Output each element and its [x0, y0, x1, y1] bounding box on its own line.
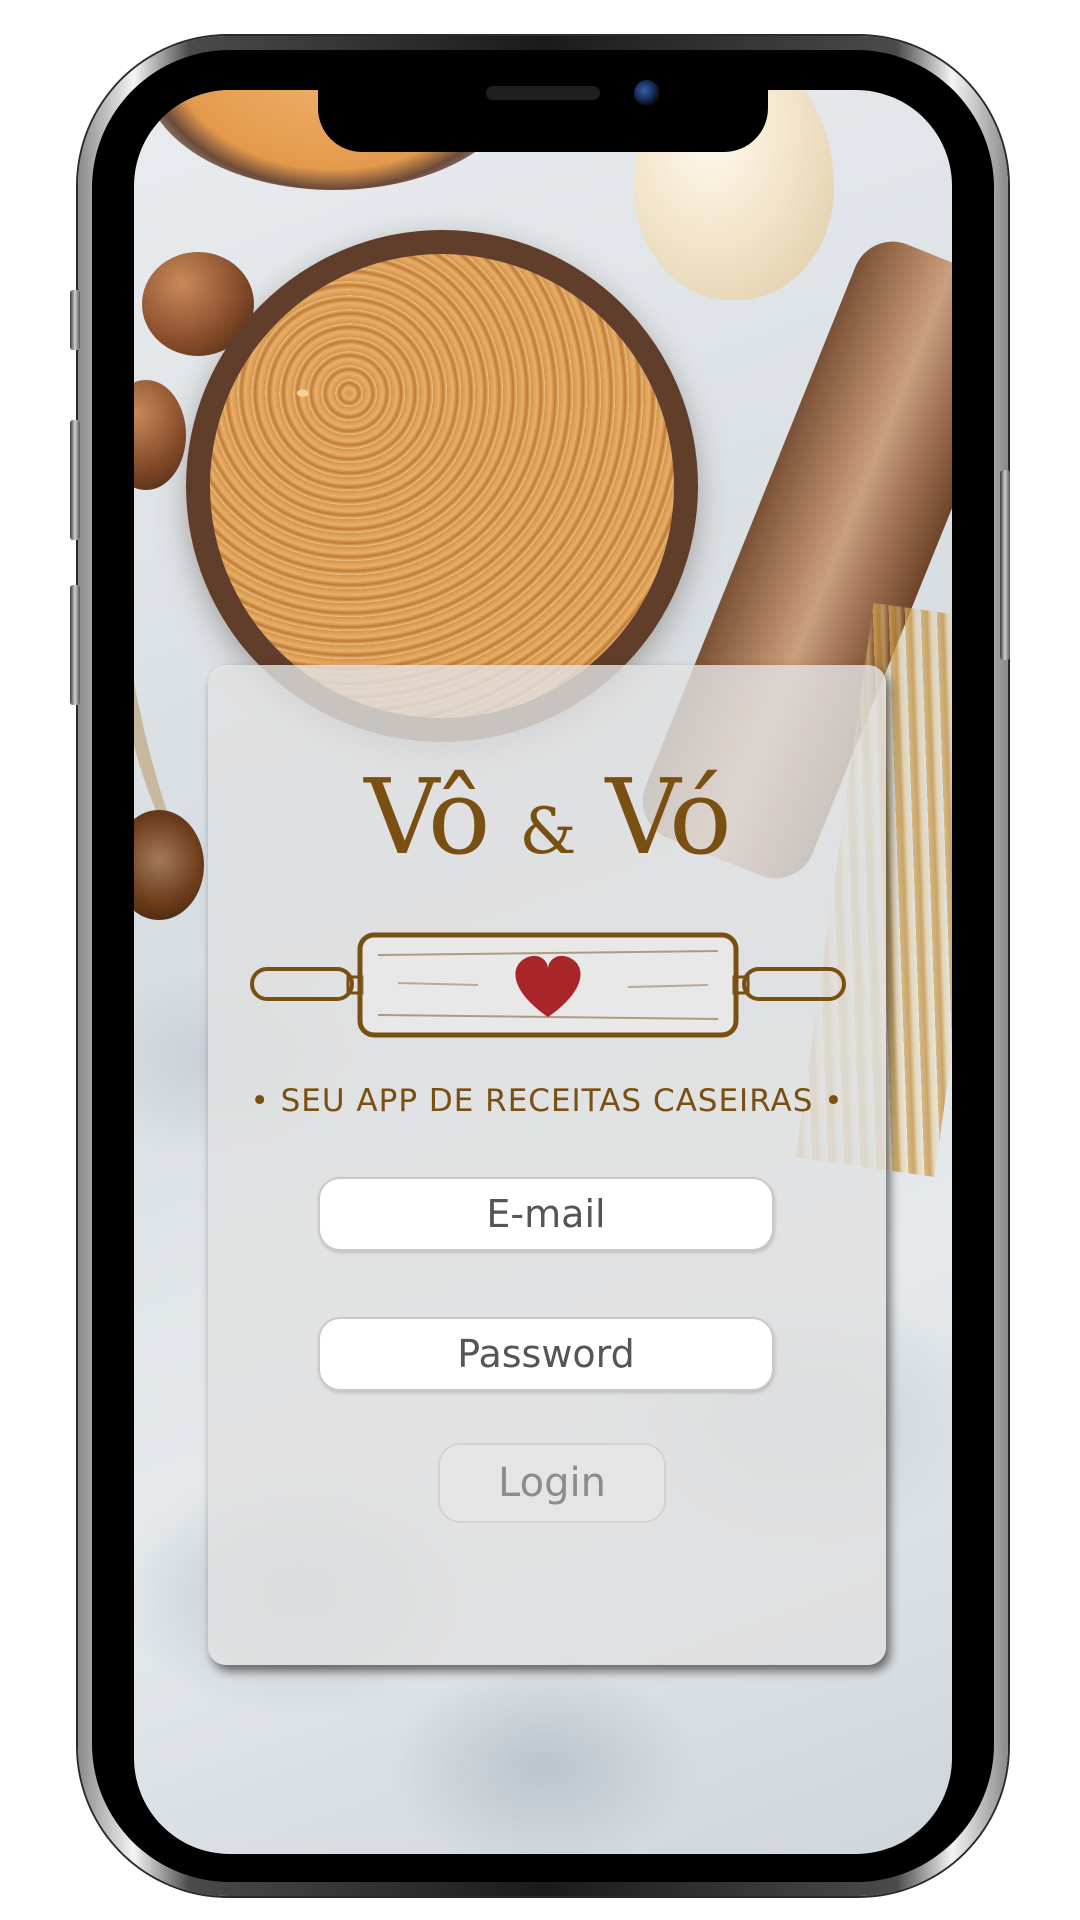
email-field[interactable] — [318, 1177, 774, 1251]
speaker-icon — [486, 86, 600, 100]
silent-switch — [70, 290, 80, 350]
front-camera-icon — [634, 80, 660, 106]
logo-ampersand: & — [519, 795, 577, 869]
rolling-pin-heart-icon — [250, 932, 846, 1038]
app-screen: Vô & Vó • SEU APP DE RECEITAS CASEIRAS •… — [134, 90, 952, 1854]
hazelnut-photo — [134, 380, 186, 490]
login-button[interactable]: Login — [438, 1443, 666, 1523]
app-tagline: • SEU APP DE RECEITAS CASEIRAS • — [250, 1083, 844, 1119]
power-button — [1000, 470, 1010, 660]
volume-down-button — [70, 585, 80, 705]
app-logo-title: Vô & Vó — [208, 765, 886, 869]
wheat-grains-photo — [210, 254, 674, 718]
password-field[interactable] — [318, 1317, 774, 1391]
volume-up-button — [70, 420, 80, 540]
logo-name-part2: Vó — [605, 756, 732, 878]
phone-notch — [318, 66, 768, 152]
logo-name-part1: Vô — [364, 756, 490, 878]
login-card: Vô & Vó • SEU APP DE RECEITAS CASEIRAS •… — [208, 665, 886, 1665]
